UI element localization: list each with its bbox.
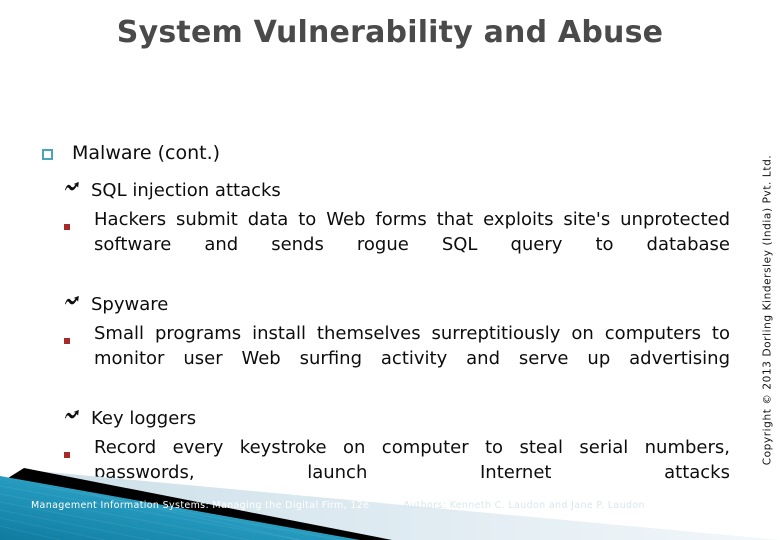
copyright-text: Copyright © 2013 Dorling Kindersley (Ind… (761, 154, 773, 466)
slide-canvas: System Vulnerability and Abuse Malware (… (0, 0, 780, 540)
footer-book-title: Management Information Systems: Managing… (31, 500, 370, 511)
page-title: System Vulnerability and Abuse (116, 15, 664, 50)
hollow-square-bullet-icon (42, 140, 72, 164)
bullet-level2: Key loggers (38, 406, 730, 431)
bullet-level2-label: SQL injection attacks (91, 180, 281, 201)
small-square-bullet-icon (64, 207, 94, 234)
small-square-bullet-icon (64, 321, 94, 348)
curved-arrow-bullet-icon (64, 178, 91, 198)
bullet-level2-label: Key loggers (91, 408, 197, 429)
curved-arrow-bullet-icon (64, 406, 91, 426)
bullet-level1-label: Malware (cont.) (72, 142, 221, 164)
bullet-level3-label: Hackers submit data to Web forms that ex… (94, 209, 730, 255)
small-square-bullet-icon (64, 435, 94, 462)
footer-text: Management Information Systems: Managing… (31, 500, 751, 514)
bullet-level3-label: Small programs install themselves surrep… (94, 323, 730, 369)
bullet-level3: Hackers submit data to Web forms that ex… (38, 207, 730, 282)
bullet-level2: SQL injection attacks (38, 178, 730, 203)
footer-authors: Authors: Kenneth C. Laudon and Jane P. L… (403, 500, 645, 511)
bullet-level3: Small programs install themselves surrep… (38, 321, 730, 396)
bullet-level2-label: Spyware (91, 294, 169, 315)
bullet-level1: Malware (cont.) (38, 140, 730, 166)
curved-arrow-bullet-icon (64, 292, 91, 312)
copyright-notice: Copyright © 2013 Dorling Kindersley (Ind… (756, 150, 778, 470)
bullet-level2: Spyware (38, 292, 730, 317)
